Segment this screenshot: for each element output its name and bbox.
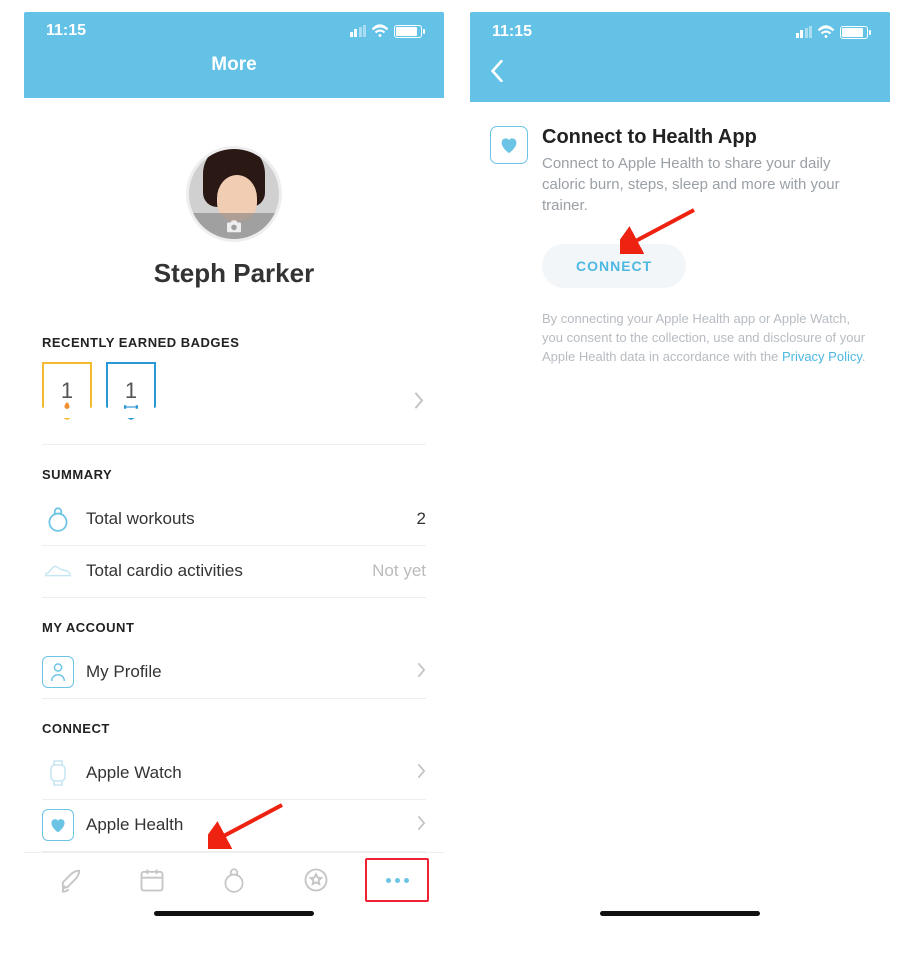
row-value: 2 [417,509,426,529]
health-title: Connect to Health App [542,126,870,149]
status-time: 11:15 [492,23,532,41]
watch-icon [42,757,74,789]
calendar-icon [138,866,166,894]
home-indicator [600,911,760,916]
shoe-icon [42,555,74,587]
badge-streak: 1 [42,362,92,420]
home-indicator [154,911,314,916]
section-summary: SUMMARY Total workouts 2 Total cardio ac… [24,467,444,598]
avatar[interactable] [186,146,282,242]
row-value: Not yet [372,561,426,581]
status-bar: 11:15 [24,12,444,50]
star-badge-icon [302,866,330,894]
tab-workouts[interactable] [202,858,266,902]
tab-more[interactable] [365,858,429,902]
section-title-badges: RECENTLY EARNED BADGES [42,335,426,350]
rocket-icon [57,866,85,894]
wifi-icon [817,25,835,39]
row-total-workouts: Total workouts 2 [42,494,426,546]
chevron-right-icon [417,816,426,835]
status-right [796,25,869,39]
badge-workout: 1 [106,362,156,420]
flame-icon [61,400,73,412]
more-icon [386,878,409,883]
status-right [350,24,423,38]
battery-icon [394,25,422,38]
health-description: Connect to Apple Health to share your da… [542,153,870,216]
user-name: Steph Parker [24,258,444,289]
status-bar: 11:15 [470,12,890,52]
section-account: MY ACCOUNT My Profile [24,620,444,699]
health-icon [42,809,74,841]
row-label: Total cardio activities [86,561,372,581]
health-icon [490,126,528,164]
row-apple-health[interactable]: Apple Health [42,800,426,852]
health-panel: Connect to Health App Connect to Apple H… [470,102,890,391]
tab-calendar[interactable] [120,858,184,902]
section-connect: CONNECT Apple Watch Apple Health [24,721,444,852]
signal-icon [350,25,367,37]
tab-achievements[interactable] [284,858,348,902]
chevron-right-icon [414,392,424,413]
status-time: 11:15 [46,22,86,40]
wifi-icon [371,24,389,38]
kettlebell-icon [221,866,247,894]
camera-icon [189,213,279,239]
page-title: More [211,54,256,76]
row-total-cardio: Total cardio activities Not yet [42,546,426,598]
chevron-right-icon [417,764,426,783]
row-label: Apple Watch [86,763,411,783]
section-badges: RECENTLY EARNED BADGES 1 1 [24,335,444,445]
row-apple-watch[interactable]: Apple Watch [42,748,426,800]
chevron-right-icon [417,663,426,682]
dumbbell-icon [124,402,138,412]
section-title-account: MY ACCOUNT [42,620,426,635]
screen-connect-health: 11:15 Connect to Health App Connect to A… [470,12,890,922]
profile-block: Steph Parker [24,98,444,313]
consent-text: By connecting your Apple Health app or A… [542,310,870,367]
signal-icon [796,26,813,38]
back-button[interactable] [482,56,512,86]
section-title-summary: SUMMARY [42,467,426,482]
row-my-profile[interactable]: My Profile [42,647,426,699]
connect-button[interactable]: CONNECT [542,244,686,288]
screen-more: 11:15 More Steph Parker RECENTLY EARNED … [24,12,444,922]
health-header: Connect to Health App Connect to Apple H… [490,126,870,216]
battery-icon [840,26,868,39]
profile-icon [42,656,74,688]
kettlebell-icon [42,503,74,535]
tab-rocket[interactable] [39,858,103,902]
privacy-policy-link[interactable]: Privacy Policy [782,349,862,364]
row-label: My Profile [86,662,411,682]
nav-header: More [24,50,444,98]
tab-bar [24,852,444,907]
row-label: Apple Health [86,815,411,835]
row-label: Total workouts [86,509,417,529]
section-title-connect: CONNECT [42,721,426,736]
nav-header [470,52,890,102]
badges-row[interactable]: 1 1 [42,362,426,445]
